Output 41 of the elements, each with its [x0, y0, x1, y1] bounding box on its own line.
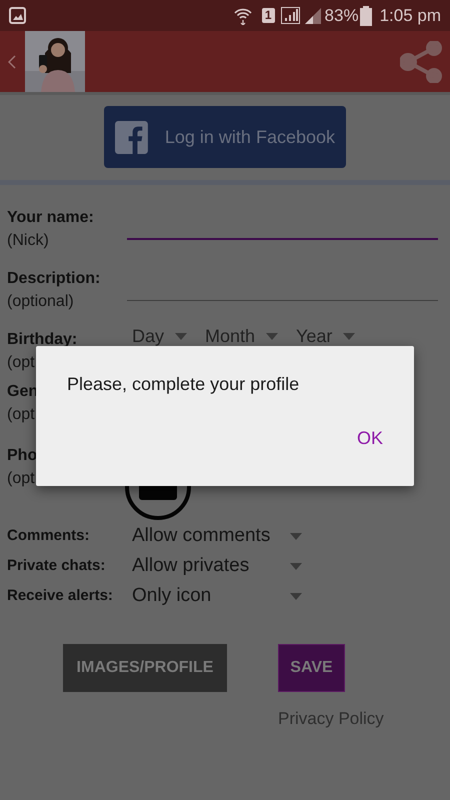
setting-label: Comments:: [7, 526, 91, 546]
field-label: Pho: [7, 446, 38, 466]
wifi-icon: [234, 6, 252, 24]
field-hint: (opt: [7, 353, 35, 373]
field-hint: (Nick): [7, 231, 49, 251]
dropdown[interactable]: Day: [132, 326, 188, 346]
field-hint: (opt: [7, 469, 35, 489]
back-icon[interactable]: [8, 54, 16, 68]
images-profile-button[interactable]: IMAGES/PROFILE: [63, 644, 227, 692]
share-icon[interactable]: [400, 40, 442, 82]
dropdown[interactable]: Allow comments: [132, 522, 302, 550]
clock: 1:05 pm: [380, 4, 441, 27]
field-hint: (optional): [7, 292, 74, 312]
field-label: Birthday:: [7, 330, 78, 350]
save-button[interactable]: SAVE: [278, 644, 345, 692]
dropdown-caret-icon: [290, 562, 302, 570]
dropdown[interactable]: Month: [205, 326, 278, 346]
field-hint: (opt: [7, 405, 35, 425]
field-label: Description:: [7, 269, 100, 289]
dialog-message: Please, complete your profile: [67, 373, 300, 396]
signal-icon: [280, 7, 300, 24]
signal-icon: [304, 8, 321, 24]
dropdown-caret-icon: [290, 592, 302, 600]
dropdown-caret-icon: [290, 532, 302, 540]
image-icon: [9, 7, 26, 24]
dropdown[interactable]: Year: [296, 326, 356, 346]
dropdown-caret-icon: [266, 332, 278, 340]
avatar[interactable]: [25, 31, 85, 92]
dropdown-caret-icon: [343, 332, 356, 340]
dropdown-caret-icon: [175, 332, 188, 340]
facebook-login-button[interactable]: Log in with Facebook: [104, 106, 346, 168]
dropdown[interactable]: Only icon: [132, 582, 302, 610]
ok-button[interactable]: OK: [352, 422, 388, 455]
setting-label: Receive alerts:: [7, 586, 114, 606]
battery-icon: [360, 6, 372, 26]
field-label: Your name:: [7, 208, 94, 228]
privacy-policy-link[interactable]: Privacy Policy: [278, 709, 384, 728]
setting-label: Private chats:: [7, 556, 106, 576]
sim-badge: 1: [262, 8, 275, 23]
battery-percent: 83%: [324, 4, 359, 27]
dropdown[interactable]: Allow privates: [132, 552, 302, 580]
